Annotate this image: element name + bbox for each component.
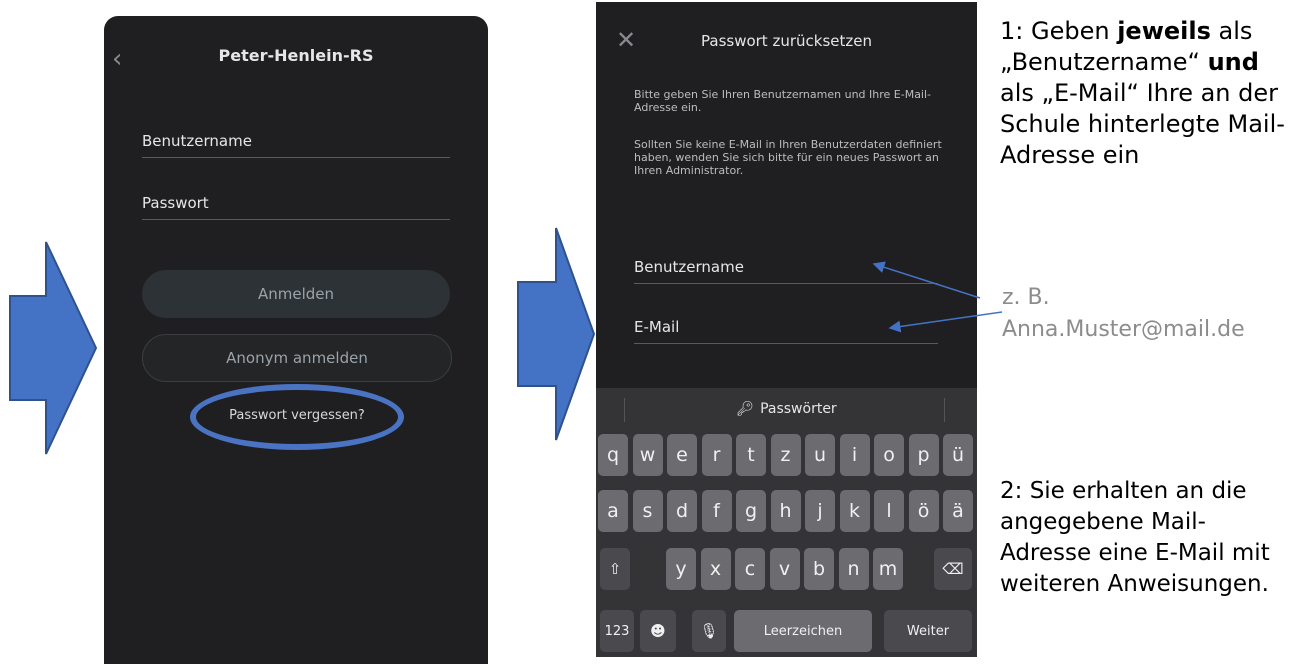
email-label: E-Mail [634,318,680,336]
key-y[interactable]: y [666,548,696,590]
key-e[interactable]: e [667,434,697,476]
shift-key[interactable]: ⇧ [600,548,630,590]
key-z[interactable]: z [770,434,801,476]
key-ä[interactable]: ä [943,490,973,532]
key-n[interactable]: n [838,548,869,590]
space-key[interactable]: Leerzeichen [734,610,872,652]
key-v[interactable]: v [769,548,800,590]
key-ü[interactable]: ü [943,434,973,476]
key-x[interactable]: x [700,548,731,590]
key-t[interactable]: t [736,434,766,476]
key-g[interactable]: g [736,490,766,532]
return-key[interactable]: Weiter [884,610,972,652]
backspace-key[interactable]: ⌫ [934,548,972,590]
key-h[interactable]: h [770,490,801,532]
school-title: Peter-Henlein-RS [218,46,374,65]
key-u[interactable]: u [805,434,835,476]
key-k[interactable]: k [839,490,870,532]
reset-title: Passwort zurücksetzen [701,32,872,50]
password-suggestion: Passwörter [760,401,837,417]
example-email-note: z. B. Anna.Muster@mail.de [1002,282,1296,346]
key-w[interactable]: w [632,434,663,476]
key-m[interactable]: m [873,548,903,590]
reset-username-label: Benutzername [634,258,744,276]
login-screen: ‹ Peter-Henlein-RS Benutzername Passwort… [104,16,488,664]
key-d[interactable]: d [667,490,697,532]
step-1-note: 1: Geben jeweils als „Benutzername“ und … [1000,17,1285,169]
key-c[interactable]: c [735,548,765,590]
instruction-text-2: Sollten Sie keine E-Mail in Ihren Benutz… [634,138,942,177]
key-p[interactable]: p [908,434,939,476]
key-l[interactable]: l [874,490,904,532]
anonymous-login-button[interactable]: Anonym anmelden [142,334,452,382]
key-ö[interactable]: ö [908,490,939,532]
key-s[interactable]: s [632,490,663,532]
key-icon: 🔑︎ [736,401,755,417]
username-field[interactable]: Benutzername [142,122,450,158]
on-screen-keyboard: 🔑︎ Passwörter qwertzuiopü asdfghjklöä yx… [596,388,977,657]
key-q[interactable]: q [598,434,628,476]
example-email: Anna.Muster@mail.de [1002,317,1245,342]
key-i[interactable]: i [839,434,870,476]
login-button[interactable]: Anmelden [142,270,450,318]
right-arrow-2 [517,227,596,441]
step-2-note: 2: Sie erhalten an die angegebene Mail-A… [1000,478,1270,597]
key-f[interactable]: f [701,490,732,532]
key-r[interactable]: r [701,434,732,476]
password-field[interactable]: Passwort [142,184,450,220]
example-label: z. B. [1002,285,1050,310]
key-o[interactable]: o [874,434,904,476]
emoji-icon[interactable]: ☻ [640,610,676,652]
pointer-arrows [872,261,1003,333]
numbers-key[interactable]: 123 [600,610,634,652]
microphone-icon[interactable]: 🎙︎ [692,610,726,652]
key-a[interactable]: a [598,490,628,532]
key-b[interactable]: b [804,548,834,590]
instruction-text-1: Bitte geben Sie Ihren Benutzernamen und … [634,88,932,114]
forgot-password-highlight: Passwort vergessen? [190,384,404,450]
password-label: Passwort [142,194,209,212]
key-j[interactable]: j [805,490,835,532]
username-label: Benutzername [142,132,252,150]
right-arrow-1 [9,241,98,455]
password-suggestion-bar[interactable]: 🔑︎ Passwörter [596,388,977,430]
forgot-password-link[interactable]: Passwort vergessen? [190,408,404,423]
